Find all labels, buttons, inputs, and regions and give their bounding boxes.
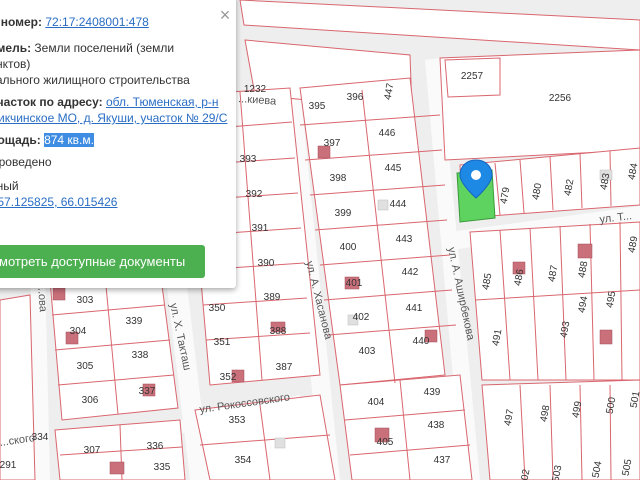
area-value: 874 кв.м. [44, 133, 94, 147]
coordinates-row: : 57.125825, 66.015426 [0, 194, 117, 210]
parcel-number: 352 [220, 372, 237, 383]
area-label: лощадь: [0, 133, 41, 147]
parcel-number: 2256 [549, 93, 572, 104]
address-row: участок по адресу: обл. Тюменская, р-н [0, 94, 219, 110]
parcel-number: 445 [385, 163, 402, 174]
parcel-number: 441 [406, 303, 423, 314]
parcel-number: 442 [402, 267, 419, 278]
permitted-use-value: уального жилищного строительства [0, 73, 190, 87]
parcel-number: 339 [126, 316, 143, 327]
parcel-number: 307 [84, 445, 101, 456]
parcel-number: 503 [551, 464, 565, 480]
parcel-number: 484 [627, 162, 640, 181]
address-row-2: Чикчинское МО, д. Якуши, участок № 29/С [0, 110, 227, 126]
parcel-number: 501 [629, 390, 640, 409]
parcel-number: 404 [368, 397, 385, 408]
parcel-number: 443 [396, 234, 413, 245]
parcel-number: 335 [154, 462, 171, 473]
parcel-number: 1232 [244, 84, 267, 95]
parcel-number: 351 [214, 337, 231, 348]
parcel-number: 353 [229, 415, 246, 426]
parcel-number: 439 [424, 387, 441, 398]
parcel-number: 337 [139, 386, 156, 397]
parcel-number: 395 [309, 101, 326, 112]
address-label: участок по адресу: [0, 95, 103, 109]
close-icon[interactable]: × [218, 6, 232, 24]
view-documents-button[interactable]: мотреть доступные документы [0, 245, 205, 278]
state-label: нный [0, 179, 19, 193]
land-category-row: емель: Земли поселений (земли [0, 40, 174, 56]
parcel-number: 305 [77, 361, 94, 372]
parcel-number: 390 [258, 258, 275, 269]
parcel-number: 393 [240, 154, 257, 165]
parcel-number: 304 [70, 326, 87, 337]
cadastral-number-row: й номер: 72:17:2408001:478 [0, 14, 149, 30]
parcel-number: 397 [324, 138, 341, 149]
parcel-number: 396 [347, 92, 364, 103]
parcel-number: 350 [209, 303, 226, 314]
parcel-number: 402 [353, 312, 370, 323]
parcel-number: 387 [276, 362, 293, 373]
cadastral-number-label: й номер: [0, 15, 43, 29]
parcel-number: 388 [270, 326, 287, 337]
address-link-1[interactable]: обл. Тюменская, р-н [106, 95, 219, 109]
parcel-number: 446 [379, 128, 396, 139]
parcel-number: 403 [359, 346, 376, 357]
parcel-number: 489 [627, 235, 640, 254]
parcel-number: 437 [434, 455, 451, 466]
parcel-number: 389 [264, 292, 281, 303]
parcel-number: 336 [147, 441, 164, 452]
parcel-number: 391 [252, 223, 269, 234]
parcel-number: 401 [346, 278, 363, 289]
parcel-number: 334 [32, 432, 49, 443]
parcel-number: 400 [340, 242, 357, 253]
coordinates-value[interactable]: 57.125825, 66.015426 [0, 195, 117, 209]
parcel-number: 398 [330, 173, 347, 184]
street-label-partial-left: ...ова [35, 284, 49, 313]
parcel-number: 392 [246, 189, 263, 200]
land-category-label: емель: [0, 41, 32, 55]
parcel-info-popup: × й номер: 72:17:2408001:478 емель: Земл… [0, 0, 236, 288]
parcel-number: 338 [132, 350, 149, 361]
parcel-number: 303 [77, 295, 94, 306]
parcel-number: 440 [413, 336, 430, 347]
parcel-number: 306 [82, 395, 99, 406]
parcel-number: 291 [0, 460, 17, 471]
cadastral-number-link[interactable]: 72:17:2408001:478 [45, 15, 148, 29]
parcel-number: 405 [377, 437, 394, 448]
parcel-number: 399 [335, 208, 352, 219]
land-category-cont: унктов) [0, 57, 31, 71]
parcel-number: 2257 [461, 71, 484, 82]
parcel-number: 438 [428, 420, 445, 431]
area-row: лощадь: 874 кв.м. [0, 132, 94, 148]
land-category-value: Земли поселений (земли [34, 41, 175, 55]
address-link-2[interactable]: Чикчинское МО, д. Якуши, участок № 29/С [0, 111, 227, 125]
survey-status: Проведено [0, 155, 52, 169]
parcel-number: 444 [390, 199, 407, 210]
parcel-number: 354 [235, 455, 252, 466]
